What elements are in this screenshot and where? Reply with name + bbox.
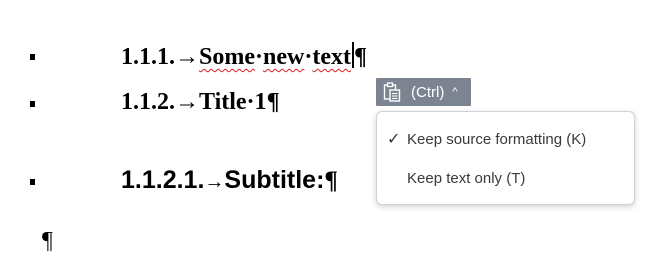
- heading-1-1-2-1[interactable]: 1.1.2.1.→Subtitle:¶: [121, 166, 338, 195]
- menu-item-label: Keep text only (T): [407, 169, 526, 187]
- paste-options-label: (Ctrl): [411, 83, 445, 101]
- heading-text: Title·1: [199, 89, 267, 115]
- checkmark-icon: ✓: [387, 131, 401, 148]
- heading-number: 1.1.2.1.: [121, 166, 205, 194]
- list-bullet: [30, 54, 35, 60]
- heading-1-1-2[interactable]: 1.1.2.→Title·1¶: [121, 89, 280, 116]
- space-dot: ·: [255, 44, 264, 70]
- menu-item-keep-text-only[interactable]: Keep text only (T): [377, 163, 634, 193]
- paste-options-button[interactable]: (Ctrl) ^: [376, 78, 471, 106]
- tab-arrow: →: [175, 44, 199, 70]
- tab-arrow: →: [204, 171, 225, 193]
- tab-arrow: →: [175, 89, 199, 115]
- menu-item-keep-source-formatting[interactable]: ✓ Keep source formatting (K): [377, 124, 634, 154]
- empty-paragraph-mark[interactable]: ¶: [42, 228, 53, 255]
- list-bullet: [30, 101, 35, 107]
- paragraph-mark: ¶: [266, 89, 280, 115]
- paste-options-menu: ✓ Keep source formatting (K) Keep text o…: [376, 111, 635, 205]
- list-bullet: [30, 179, 35, 185]
- heading-word: Some: [199, 44, 255, 70]
- paragraph-mark: ¶: [354, 44, 367, 70]
- clipboard-icon: [383, 82, 401, 102]
- menu-item-label: Keep source formatting (K): [407, 130, 587, 148]
- heading-word: text: [312, 44, 352, 70]
- heading-1-1-1[interactable]: 1.1.1.→Some·new·text ¶: [121, 42, 367, 71]
- heading-number: 1.1.2.: [121, 89, 175, 115]
- heading-text: Subtitle:: [224, 166, 325, 194]
- paragraph-mark: ¶: [324, 167, 338, 194]
- heading-word: new: [263, 44, 305, 70]
- chevron-up-icon: ^: [452, 86, 458, 98]
- heading-number: 1.1.1.: [121, 44, 175, 70]
